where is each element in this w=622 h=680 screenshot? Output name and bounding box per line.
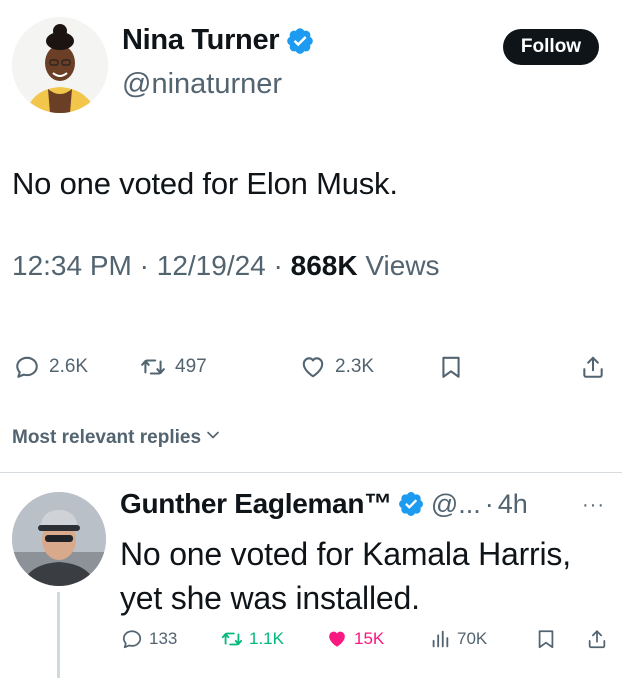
reply-reply-button[interactable]: 133: [121, 628, 177, 650]
speech-bubble-icon: [121, 628, 143, 650]
bookmark-icon: [438, 354, 464, 380]
meta-separator: ·: [484, 488, 494, 519]
speech-bubble-icon: [14, 354, 40, 380]
author-avatar[interactable]: [12, 17, 108, 113]
tweet-date[interactable]: 12/19/24: [157, 250, 266, 281]
chevron-down-icon: [201, 427, 221, 449]
reply-button[interactable]: 2.6K: [14, 354, 88, 380]
like-button[interactable]: 2.3K: [300, 354, 374, 380]
repost-arrows-icon: [221, 628, 243, 650]
repost-arrows-icon: [140, 354, 166, 380]
views-label: Views: [357, 250, 440, 281]
reply-text: No one voted for Kamala Harris, yet she …: [120, 536, 571, 616]
reply-bookmark-button[interactable]: [535, 628, 557, 650]
author-name[interactable]: Nina Turner: [122, 24, 280, 57]
replies-sort-dropdown[interactable]: Most relevant replies: [12, 427, 221, 449]
meta-separator: ·: [265, 250, 291, 281]
section-divider: [0, 472, 622, 473]
tweet-meta: 12:34 PM · 12/19/24 · 868K Views: [12, 250, 440, 282]
reply-like-button[interactable]: 15K: [326, 628, 384, 650]
tweet-action-bar: 2.6K 497 2.3K: [0, 348, 622, 388]
reply-share-button[interactable]: [586, 628, 608, 650]
heart-icon: [326, 628, 348, 650]
reply-time[interactable]: 4h: [498, 489, 528, 520]
meta-separator: ·: [131, 250, 157, 281]
reply-repost-count: 1.1K: [249, 629, 284, 648]
reply-author-handle[interactable]: @...: [431, 489, 481, 520]
reply-repost-button[interactable]: 1.1K: [221, 628, 284, 650]
reply-header: Gunther Eagleman™ @... · 4h: [120, 488, 528, 520]
repost-button[interactable]: 497: [140, 354, 207, 380]
heart-icon: [300, 354, 326, 380]
reply-reply-count: 133: [149, 629, 178, 648]
author-name-row: Nina Turner: [122, 24, 315, 57]
share-button[interactable]: [580, 354, 606, 380]
reply-views-count: 70K: [457, 629, 488, 648]
more-options-icon[interactable]: ···: [582, 494, 605, 517]
verified-badge-icon: [397, 490, 425, 518]
repost-count: 497: [175, 356, 207, 377]
bookmark-icon: [535, 628, 557, 650]
verified-badge-icon: [285, 26, 315, 56]
follow-button[interactable]: Follow: [503, 29, 599, 65]
reply-author-name[interactable]: Gunther Eagleman™: [120, 488, 392, 520]
reply-count: 2.6K: [49, 356, 89, 377]
bar-chart-icon: [429, 628, 451, 650]
share-upload-icon: [580, 354, 606, 380]
bookmark-button[interactable]: [438, 354, 464, 380]
tweet-text: No one voted for Elon Musk.: [12, 166, 398, 201]
reply-views-button[interactable]: 70K: [429, 628, 487, 650]
views-count: 868K: [290, 250, 358, 281]
tweet-time[interactable]: 12:34 PM: [12, 250, 132, 281]
share-upload-icon: [586, 628, 608, 650]
reply-like-count: 15K: [354, 629, 385, 648]
author-handle[interactable]: @ninaturner: [122, 68, 282, 101]
reply-author-avatar[interactable]: [12, 492, 106, 586]
like-count: 2.3K: [335, 356, 375, 377]
reply-action-bar: 133 1.1K 15K 70K: [0, 626, 622, 656]
replies-sort-label: Most relevant replies: [12, 427, 202, 448]
